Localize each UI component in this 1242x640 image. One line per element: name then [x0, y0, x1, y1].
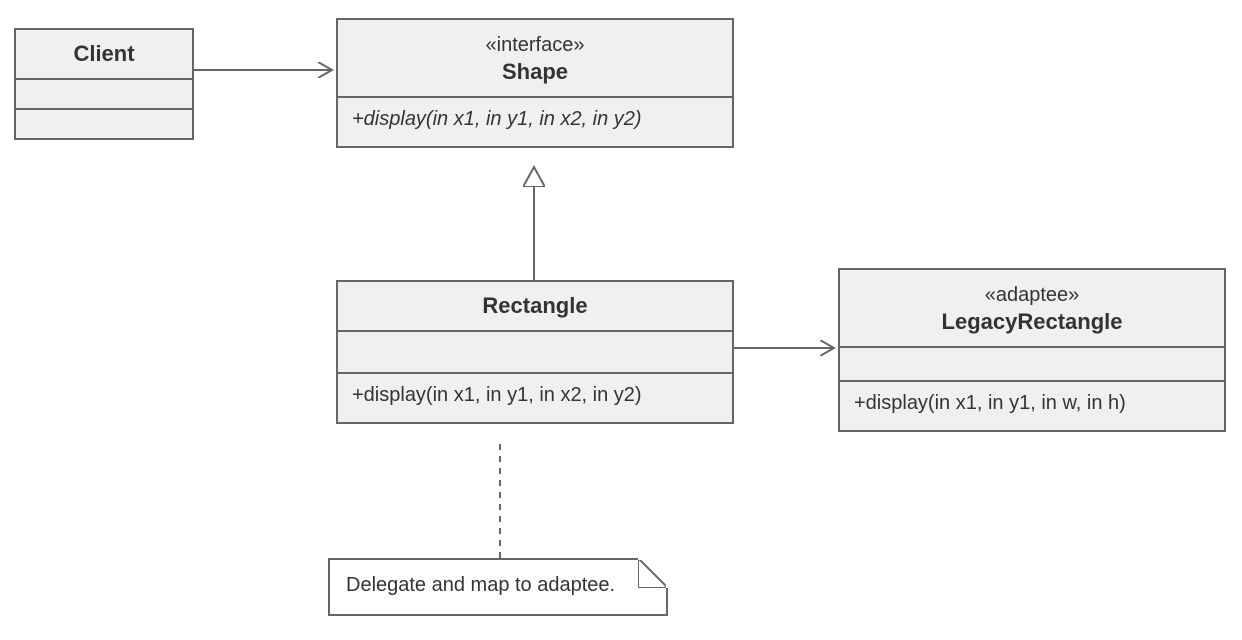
class-legacy-stereotype: «adaptee» [985, 284, 1080, 306]
note-fold-icon [638, 558, 668, 588]
class-client-attrs [16, 80, 192, 110]
note-corner-mask-top [638, 558, 668, 560]
interface-shape-stereotype: «interface» [486, 34, 585, 56]
class-rectangle-title: Rectangle [338, 282, 732, 332]
interface-shape-title: «interface» Shape [338, 20, 732, 98]
class-legacy-attrs [840, 348, 1224, 382]
note-corner-mask-right [666, 558, 668, 588]
class-legacy-ops: +display(in x1, in y1, in w, in h) [840, 382, 1224, 430]
class-rectangle-name: Rectangle [482, 293, 587, 318]
interface-shape-ops: +display(in x1, in y1, in x2, in y2) [338, 98, 732, 146]
class-rectangle: Rectangle +display(in x1, in y1, in x2, … [336, 280, 734, 424]
class-client-ops [16, 110, 192, 138]
class-legacy-name: LegacyRectangle [942, 309, 1123, 334]
class-client: Client [14, 28, 194, 140]
interface-shape-name: Shape [502, 59, 568, 84]
class-legacy-rectangle: «adaptee» LegacyRectangle +display(in x1… [838, 268, 1226, 432]
class-legacy-title: «adaptee» LegacyRectangle [840, 270, 1224, 348]
uml-note-text: Delegate and map to adaptee. [346, 574, 615, 596]
uml-note: Delegate and map to adaptee. [328, 558, 668, 616]
class-client-name: Client [73, 41, 134, 66]
class-rectangle-attrs [338, 332, 732, 374]
class-rectangle-ops: +display(in x1, in y1, in x2, in y2) [338, 374, 732, 422]
class-client-title: Client [16, 30, 192, 80]
diagram-canvas: Client «interface» Shape +display(in x1,… [0, 0, 1242, 640]
interface-shape: «interface» Shape +display(in x1, in y1,… [336, 18, 734, 148]
